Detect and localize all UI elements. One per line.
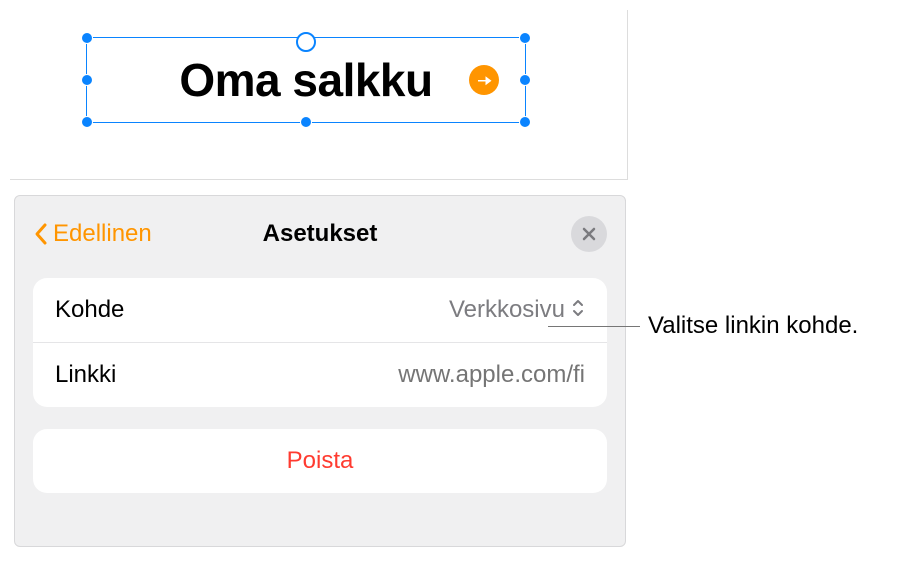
resize-handle-tr[interactable] — [519, 32, 531, 44]
resize-handle-br[interactable] — [519, 116, 531, 128]
target-label: Kohde — [55, 296, 124, 324]
chevron-left-icon — [33, 222, 49, 246]
delete-button-label: Poista — [287, 447, 354, 474]
resize-handle-tl[interactable] — [81, 32, 93, 44]
link-label: Linkki — [55, 361, 116, 389]
delete-button[interactable]: Poista — [33, 429, 607, 493]
close-icon — [582, 227, 596, 241]
close-button[interactable] — [571, 216, 607, 252]
link-indicator-icon[interactable] — [469, 65, 499, 95]
resize-handle-bm[interactable] — [300, 116, 312, 128]
back-button[interactable]: Edellinen — [33, 220, 152, 248]
settings-group: Kohde Verkkosivu Linkki — [33, 278, 607, 407]
link-row: Linkki — [33, 342, 607, 407]
resize-handle-bl[interactable] — [81, 116, 93, 128]
target-value: Verkkosivu — [449, 296, 565, 324]
callout-line — [548, 326, 640, 327]
updown-icon — [571, 296, 585, 324]
back-button-label: Edellinen — [53, 220, 152, 248]
callout-text: Valitse linkin kohde. — [648, 312, 858, 340]
resize-handle-ml[interactable] — [81, 74, 93, 86]
canvas-area: Oma salkku — [10, 10, 628, 180]
link-settings-popover: Edellinen Asetukset Kohde Verkkosivu Lin… — [14, 195, 626, 547]
target-row[interactable]: Kohde Verkkosivu — [33, 278, 607, 342]
rotate-handle[interactable] — [296, 32, 316, 52]
selected-text-object[interactable]: Oma salkku — [86, 37, 526, 123]
target-select[interactable]: Verkkosivu — [449, 296, 585, 324]
popover-title: Asetukset — [263, 220, 378, 248]
popover-header: Edellinen Asetukset — [33, 212, 607, 256]
link-input[interactable] — [285, 361, 585, 389]
resize-handle-mr[interactable] — [519, 74, 531, 86]
text-object-content[interactable]: Oma salkku — [87, 53, 525, 107]
